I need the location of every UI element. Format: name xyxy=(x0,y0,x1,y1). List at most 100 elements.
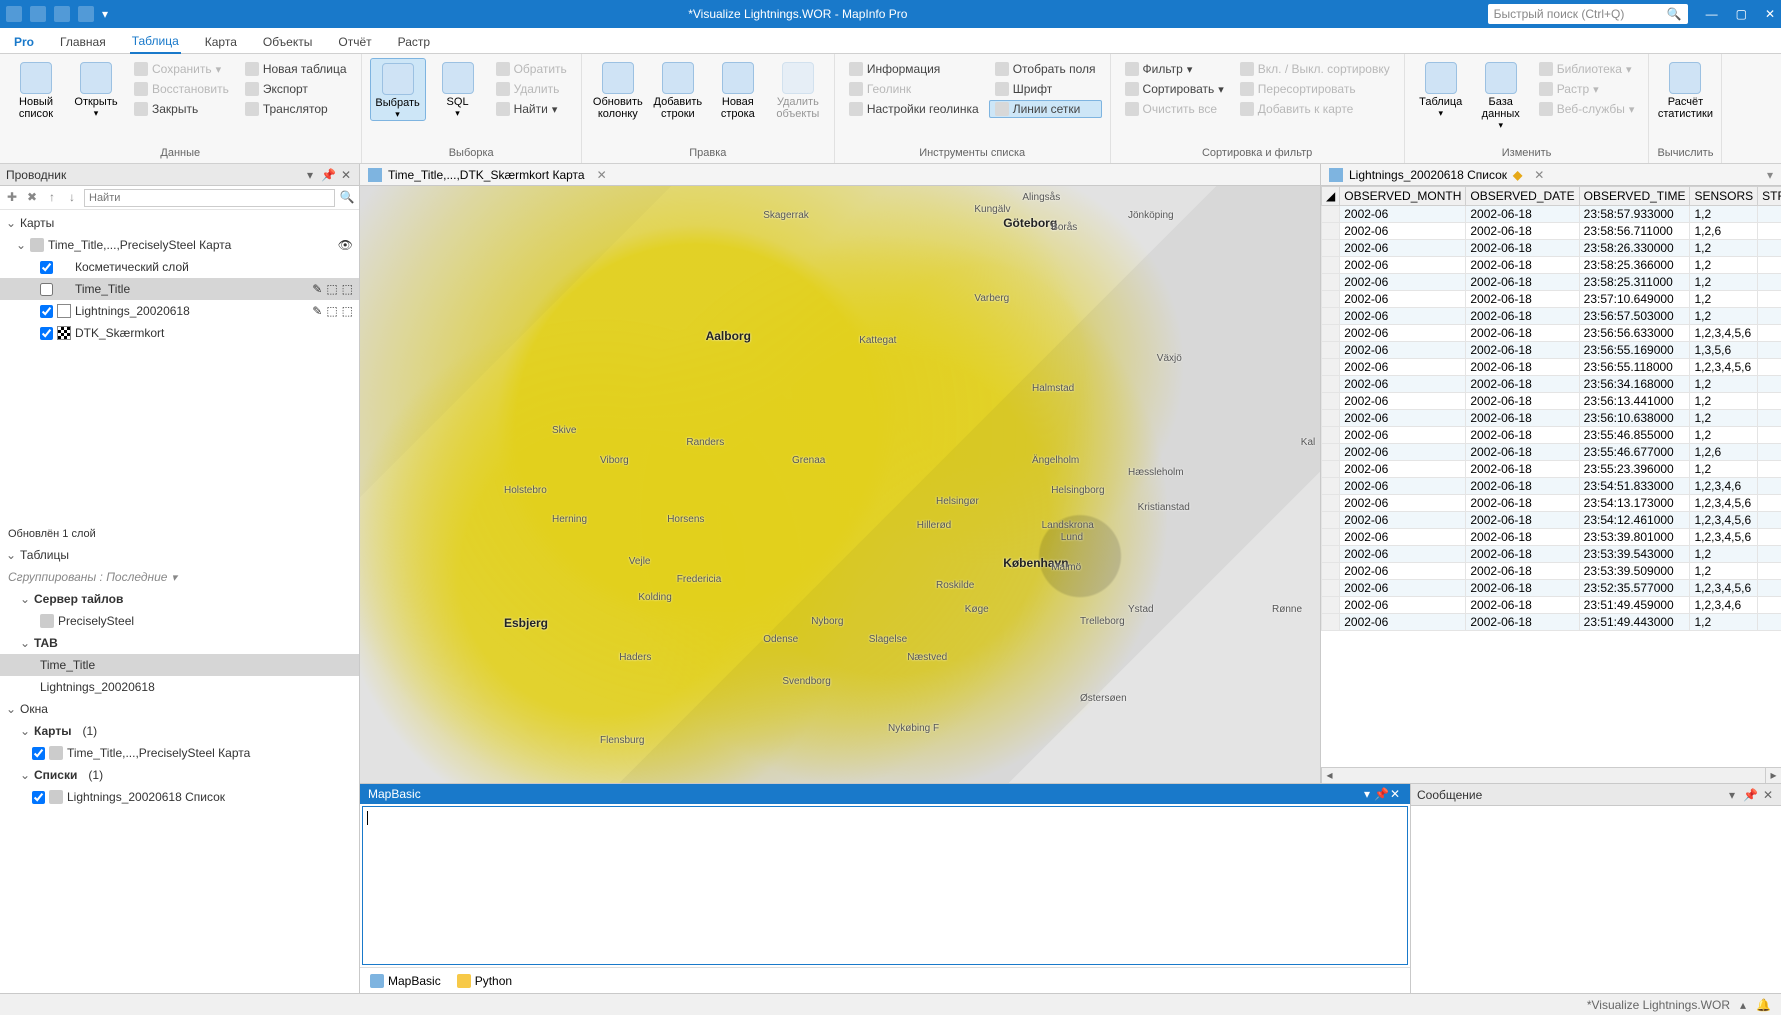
cell[interactable]: 1,2 xyxy=(1690,206,1758,223)
info-button[interactable]: Информация xyxy=(843,60,985,78)
cell[interactable]: 1,2 xyxy=(1690,563,1758,580)
cell[interactable]: 1,2,3,4,6 xyxy=(1690,478,1758,495)
tab-home[interactable]: Главная xyxy=(58,31,108,53)
cell[interactable] xyxy=(1758,427,1781,444)
cell[interactable]: 1,2 xyxy=(1690,427,1758,444)
edit-icon[interactable]: ✎ xyxy=(312,304,322,318)
table-row[interactable]: 2002-062002-06-1823:53:39.5090001,2 xyxy=(1322,563,1781,580)
row-header-cell[interactable] xyxy=(1322,325,1340,342)
cell[interactable]: 23:56:13.441000 xyxy=(1579,393,1690,410)
new-row-button[interactable]: Новая строка xyxy=(710,58,766,120)
layer-visibility-checkbox[interactable] xyxy=(40,283,53,296)
column-header[interactable]: OBSERVED_MONTH xyxy=(1340,187,1466,206)
layer-tool-icon[interactable]: ⬚ xyxy=(326,304,337,318)
grid-lines-button[interactable]: Линии сетки xyxy=(989,100,1102,118)
select-button[interactable]: Выбрать▾ xyxy=(370,58,426,121)
layer-visibility-checkbox[interactable] xyxy=(40,261,53,274)
grouped-text[interactable]: Сгруппированы : Последние ▾ xyxy=(0,566,359,588)
tile-server-section[interactable]: ⌄Сервер тайлов xyxy=(0,588,359,610)
layer-item[interactable]: DTK_Skærmkort xyxy=(0,322,359,344)
invert-button[interactable]: Обратить xyxy=(490,60,573,78)
panel-pin-icon[interactable]: 📌 xyxy=(1374,787,1388,801)
explorer-find-input[interactable] xyxy=(84,189,335,207)
library-button[interactable]: Библиотека ▾ xyxy=(1533,60,1641,78)
cell[interactable]: 2002-06-18 xyxy=(1466,410,1579,427)
cell[interactable] xyxy=(1758,325,1781,342)
cell[interactable]: 23:58:26.330000 xyxy=(1579,240,1690,257)
cell[interactable]: 1,2,3,4,5,6 xyxy=(1690,512,1758,529)
table-row[interactable]: 2002-062002-06-1823:56:55.1180001,2,3,4,… xyxy=(1322,359,1781,376)
cell[interactable]: 2002-06 xyxy=(1340,342,1466,359)
update-column-button[interactable]: Обновить колонку xyxy=(590,58,646,120)
cell[interactable]: 2002-06-18 xyxy=(1466,427,1579,444)
cell[interactable]: 23:51:49.459000 xyxy=(1579,597,1690,614)
cell[interactable]: 2002-06-18 xyxy=(1466,546,1579,563)
lists-windows-section[interactable]: ⌄Списки (1) xyxy=(0,764,359,786)
down-icon[interactable]: ↓ xyxy=(64,190,80,206)
window-item[interactable]: Lightnings_20020618 Список xyxy=(0,786,359,808)
layer-tool-icon[interactable]: ⬚ xyxy=(342,282,353,296)
row-header-cell[interactable] xyxy=(1322,206,1340,223)
panel-pin-icon[interactable]: 📌 xyxy=(321,168,335,182)
cell[interactable] xyxy=(1758,444,1781,461)
restore-button[interactable]: Восстановить xyxy=(128,80,235,98)
qat-icon[interactable] xyxy=(54,6,70,22)
column-header[interactable]: SENSORS xyxy=(1690,187,1758,206)
table-row[interactable]: 2002-062002-06-1823:56:13.4410001,2 xyxy=(1322,393,1781,410)
cell[interactable]: 23:56:55.169000 xyxy=(1579,342,1690,359)
cell[interactable]: 23:54:51.833000 xyxy=(1579,478,1690,495)
search-icon[interactable]: 🔍 xyxy=(339,190,355,206)
cell[interactable]: 2002-06-18 xyxy=(1466,308,1579,325)
table-row[interactable]: 2002-062002-06-1823:58:57.9330001,2 xyxy=(1322,206,1781,223)
table-row[interactable]: 2002-062002-06-1823:58:25.3660001,2 xyxy=(1322,257,1781,274)
cell[interactable]: 1,3,5,6 xyxy=(1690,342,1758,359)
edit-icon[interactable]: ✎ xyxy=(312,282,322,296)
sql-button[interactable]: SQL▾ xyxy=(430,58,486,119)
horizontal-scrollbar[interactable]: ◂▸ xyxy=(1321,767,1781,783)
window-checkbox[interactable] xyxy=(32,747,45,760)
cell[interactable]: 2002-06-18 xyxy=(1466,495,1579,512)
sort-button[interactable]: Сортировать ▾ xyxy=(1119,80,1230,98)
cell[interactable]: 1,2 xyxy=(1690,461,1758,478)
cell[interactable]: 23:56:57.503000 xyxy=(1579,308,1690,325)
cell[interactable]: 1,2,3,4,6 xyxy=(1690,597,1758,614)
quick-search[interactable]: Быстрый поиск (Ctrl+Q) 🔍 xyxy=(1488,4,1688,24)
cell[interactable] xyxy=(1758,563,1781,580)
row-header-cell[interactable] xyxy=(1322,427,1340,444)
cell[interactable]: 2002-06-18 xyxy=(1466,291,1579,308)
cell[interactable]: 1,2,3,4,5,6 xyxy=(1690,495,1758,512)
cell[interactable]: 2002-06-18 xyxy=(1466,274,1579,291)
column-header[interactable]: STR xyxy=(1758,187,1781,206)
table-row[interactable]: 2002-062002-06-1823:53:39.5430001,2 xyxy=(1322,546,1781,563)
row-header-cell[interactable] xyxy=(1322,223,1340,240)
close-table-button[interactable]: Закрыть xyxy=(128,100,235,118)
cell[interactable]: 23:54:12.461000 xyxy=(1579,512,1690,529)
cell[interactable]: 2002-06-18 xyxy=(1466,580,1579,597)
cell[interactable] xyxy=(1758,342,1781,359)
cell[interactable]: 23:55:46.855000 xyxy=(1579,427,1690,444)
table-row[interactable]: 2002-062002-06-1823:54:51.8330001,2,3,4,… xyxy=(1322,478,1781,495)
map-canvas[interactable]: GöteborgAlingsåsKungälvBoråsJönköpingSka… xyxy=(360,186,1320,783)
qat-icon[interactable] xyxy=(30,6,46,22)
cell[interactable]: 2002-06-18 xyxy=(1466,342,1579,359)
table-row[interactable]: 2002-062002-06-1823:54:13.1730001,2,3,4,… xyxy=(1322,495,1781,512)
cell[interactable]: 23:58:25.311000 xyxy=(1579,274,1690,291)
table-row[interactable]: 2002-062002-06-1823:56:55.1690001,3,5,6 xyxy=(1322,342,1781,359)
column-header[interactable]: OBSERVED_DATE xyxy=(1466,187,1579,206)
data-grid[interactable]: ◢OBSERVED_MONTHOBSERVED_DATEOBSERVED_TIM… xyxy=(1321,186,1781,767)
cell[interactable]: 2002-06-18 xyxy=(1466,240,1579,257)
cell[interactable] xyxy=(1758,597,1781,614)
export-button[interactable]: Экспорт xyxy=(239,80,353,98)
table-row[interactable]: 2002-062002-06-1823:56:10.6380001,2 xyxy=(1322,410,1781,427)
cell[interactable]: 2002-06 xyxy=(1340,410,1466,427)
row-header[interactable]: ◢ xyxy=(1322,187,1340,206)
cell[interactable]: 2002-06 xyxy=(1340,325,1466,342)
cell[interactable]: 2002-06 xyxy=(1340,580,1466,597)
row-header-cell[interactable] xyxy=(1322,614,1340,631)
cell[interactable]: 23:53:39.543000 xyxy=(1579,546,1690,563)
cell[interactable]: 2002-06-18 xyxy=(1466,512,1579,529)
table-row[interactable]: 2002-062002-06-1823:51:49.4430001,2 xyxy=(1322,614,1781,631)
tab-section[interactable]: ⌄TAB xyxy=(0,632,359,654)
remove-icon[interactable]: ✖ xyxy=(24,190,40,206)
cell[interactable]: 23:55:23.396000 xyxy=(1579,461,1690,478)
